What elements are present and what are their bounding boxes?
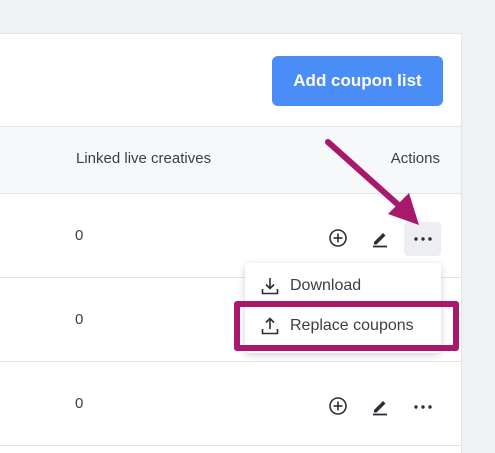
column-header-actions: Actions [390, 150, 440, 167]
toolbar: Add coupon list [0, 34, 461, 126]
more-horizontal-icon[interactable] [404, 390, 441, 424]
coupon-lists-panel: Add coupon list Linked live creatives Ac… [0, 33, 462, 453]
pencil-icon[interactable] [369, 227, 391, 249]
linked-live-creatives-value: 0 [75, 227, 84, 244]
pencil-icon[interactable] [369, 395, 391, 417]
linked-live-creatives-value: 0 [75, 311, 84, 328]
add-coupon-list-button[interactable]: Add coupon list [272, 56, 443, 106]
table-row: 0 [0, 362, 461, 446]
page: Add coupon list Linked live creatives Ac… [0, 0, 495, 453]
more-horizontal-icon[interactable] [404, 222, 441, 256]
row-actions-menu: Download Replace coupons [245, 263, 441, 353]
menu-item-replace-coupons[interactable]: Replace coupons [245, 306, 441, 346]
plus-circle-icon[interactable] [327, 227, 349, 249]
plus-circle-icon[interactable] [327, 395, 349, 417]
menu-item-label: Replace coupons [290, 317, 414, 334]
menu-item-label: Download [290, 277, 362, 294]
table-header: Linked live creatives Actions [0, 126, 461, 194]
menu-item-download[interactable]: Download [245, 266, 441, 306]
linked-live-creatives-value: 0 [75, 395, 84, 412]
upload-icon [260, 316, 280, 336]
download-icon [260, 276, 280, 296]
column-header-linked-live-creatives: Linked live creatives [76, 150, 212, 167]
